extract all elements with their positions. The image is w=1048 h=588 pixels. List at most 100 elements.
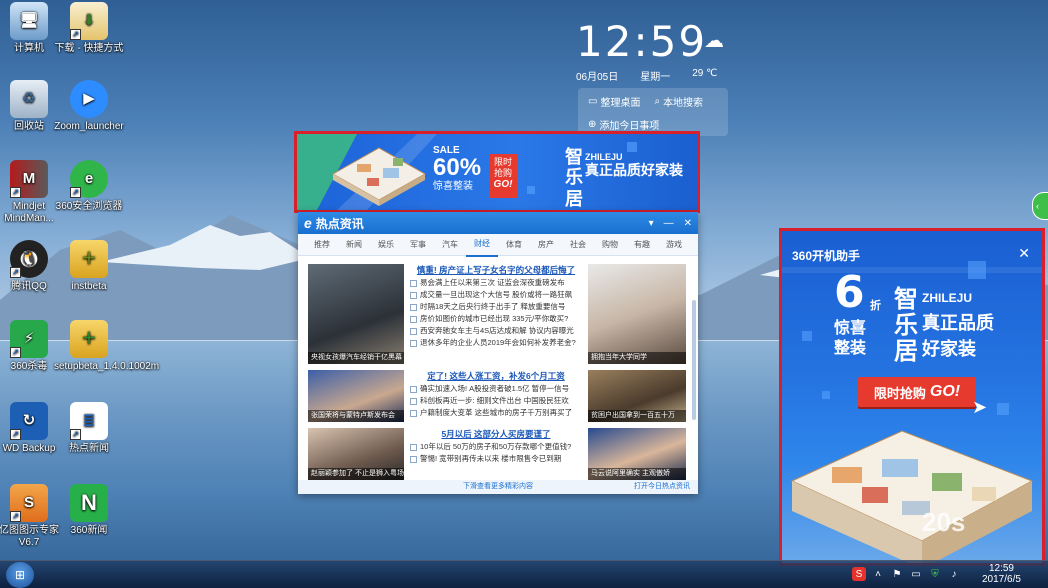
widget-temperature: 29 ℃ [692,68,718,79]
add-todo-button[interactable]: ⊕ 添加今日事项 [588,117,659,132]
computer-icon: 🖥 [10,2,48,40]
news-item[interactable]: 警惕! 宽带别再传未以来 楼市限售令已到期 [410,453,582,465]
tab-recommend[interactable]: 推荐 [306,234,338,256]
start-button[interactable]: ⊞ [6,562,34,588]
discount-unit: 折 [870,300,881,312]
wd-backup-icon: ↻ ↗ [10,402,48,440]
widget-actions-panel: ▭ 整理桌面 ⌕ 本地搜索 ⊕ 添加今日事项 [578,88,728,136]
news-headline[interactable]: 定了! 这些人涨工资，补发6个月工资 [410,370,582,382]
news-photo[interactable]: 赵丽颖参加了 不止是狮入粤场一年 [308,428,404,480]
news-window-title: 热点资讯 [315,216,364,231]
360-browser-icon: e ↗ [70,160,108,198]
news-item[interactable]: 10年以后 50万的房子和50万存款哪个更值钱? [410,441,582,453]
news-section: 5月以后 这部分人买房要谨了 10年以后 50万的房子和50万存款哪个更值钱? … [410,428,582,465]
settings-icon[interactable]: ▾ [649,218,654,229]
scroll-more-label: 下滑查看更多精彩内容 [463,483,533,490]
monitor-icon[interactable]: ▭ [909,567,923,581]
news-headline[interactable]: 5月以后 这部分人买房要谨了 [410,428,582,440]
countdown-timer: 20s [922,507,966,537]
desktop-icon-setupbeta[interactable]: ＋ setupbeta_1.4.0.1002m [54,320,160,373]
sale-subtitle: 惊喜整装 [433,181,473,192]
news-headline[interactable]: 慎重! 房产证上写子女名字的父母都后悔了 [410,264,582,276]
360-antivirus-icon: ⚡ ↗ [10,320,48,358]
organize-desktop-button[interactable]: ▭ 整理桌面 [588,94,640,109]
tab-entertainment[interactable]: 娱乐 [370,234,402,256]
news-scrollbar[interactable] [692,300,696,420]
popup-brand-logo: 智 乐 居 ZHILEJU 真正品质 好家装 [894,286,994,365]
top-banner-ad[interactable]: SALE 60% 惊喜整装 限时 抢购 GO! 智 乐 居 ZHILEJU 真正… [294,131,700,213]
desktop-icon-hot-news[interactable]: ≣ ↗ 热点新闻 [54,402,124,455]
news-item[interactable]: 户籍制度大变革 这些城市的房子千万别再买了 [410,407,582,419]
chevron-left-icon: ‹ [1036,201,1039,211]
monitor-icon: ▭ [588,96,598,107]
tab-sports[interactable]: 体育 [498,234,530,256]
news-item[interactable]: 科创板再近一步: 细则文件出台 中国股民狂欢 [410,395,582,407]
tab-realestate[interactable]: 房产 [530,234,562,256]
news-footer[interactable]: 下滑查看更多精彩内容 打开今日热点资讯 [298,480,698,494]
edraw-icon: S ↗ [10,484,48,522]
news-photo[interactable]: 张国荣将与蒙特卢斯发布会 [308,370,404,422]
news-photo[interactable]: 马云说阿里确实 主观傲娇 [588,428,686,480]
desktop-icon-label: setupbeta_1.4.0.1002m [54,361,160,372]
news-item[interactable]: 时隔18天之后央行终于出手了 释放重要信号 [410,301,582,313]
side-edge-handle[interactable]: ‹ [1032,192,1048,220]
brand-logo: 智 乐 居 ZHILEJU 真正品质好家装 [565,147,683,209]
taskbar-date: 2017/6/5 [982,574,1021,585]
tab-military[interactable]: 军事 [402,234,434,256]
360-news-icon: N [70,484,108,522]
surprise-line-1: 惊喜 [834,320,867,337]
surprise-line-2: 整装 [834,340,867,357]
tab-finance[interactable]: 财经 [466,233,498,257]
open-news-link[interactable]: 打开今日热点资讯 [634,480,690,494]
desktop-icon-label: 热点新闻 [69,443,109,454]
clock-widget: 12:59 ☁ 06月05日 星期一 29 ℃ [576,20,736,84]
tab-society[interactable]: 社会 [562,234,594,256]
hot-news-window: e 热点资讯 ▾ — ✕ 推荐 新闻 娱乐 军事 汽车 财经 体育 房产 社会 … [298,212,698,494]
minimize-icon[interactable]: — [664,218,674,229]
widget-weekday: 星期一 [640,72,671,83]
news-item[interactable]: 退休多年的企业人员2019年会如何补发养老金? [410,337,582,349]
flag-icon[interactable]: ⚑ [890,567,904,581]
tab-fun[interactable]: 有趣 [626,234,658,256]
news-body: 央视女孩爆汽车经销干亿黑幕 张国荣将与蒙特卢斯发布会 赵丽颖参加了 不止是狮入粤… [298,256,698,494]
discount-block: 6 折 惊喜 整装 [834,271,890,359]
news-photo[interactable]: 贫困户出国拿到一百五十万 [588,370,686,422]
news-item[interactable]: 西安奔驰女车主与4S店达成和解 协议内容曝光 [410,325,582,337]
startup-popup-ad[interactable]: 360开机助手 ✕ 6 折 惊喜 整装 智 乐 居 ZHILEJU 真正品质 好… [779,228,1045,566]
desktop-icon-360-news[interactable]: N 360新闻 [54,484,124,537]
news-item[interactable]: 易会满上任以来第三次 证监会深夜重磅发布 [410,277,582,289]
tab-shopping[interactable]: 购物 [594,234,626,256]
news-section: 慎重! 房产证上写子女名字的父母都后悔了 易会满上任以来第三次 证监会深夜重磅发… [410,264,582,349]
local-search-button[interactable]: ⌕ 本地搜索 [654,94,703,109]
close-icon[interactable]: ✕ [684,218,692,229]
taskbar-clock[interactable]: 12:59 2017/6/5 [982,563,1021,585]
close-icon[interactable]: ✕ [1018,245,1030,262]
tab-news[interactable]: 新闻 [338,234,370,256]
desktop-icon-label: Zoom_launcher [54,121,124,132]
desktop-icon-download[interactable]: ⬇ ↗ 下载 - 快捷方式 [54,2,124,55]
speaker-icon[interactable]: ♪ [947,567,961,581]
news-item[interactable]: 确实加速入场! A股投资者破1.5亿 暂停一信号 [410,383,582,395]
tab-auto[interactable]: 汽车 [434,234,466,256]
limited-time-badge[interactable]: 限时 抢购 GO! [489,154,517,198]
house-floorplan-image [331,147,427,206]
tab-games[interactable]: 游戏 [658,234,690,256]
news-photo[interactable]: 拥抱当年大学同学 [588,264,686,364]
brand-english: ZHILEJU [585,152,623,162]
package-icon: ＋ [70,240,108,278]
desktop-icon-instbeta[interactable]: ＋ instbeta [54,240,124,293]
shield-icon[interactable]: ⛨ [928,567,942,581]
recycle-bin-icon: ♻ [10,80,48,118]
desktop-icon-zoom[interactable]: ▶ Zoom_launcher [54,80,124,133]
taskbar: ⊞ S ˄ ⚑ ▭ ⛨ ♪ 12:59 2017/6/5 [0,560,1048,588]
news-titlebar[interactable]: e 热点资讯 ▾ — ✕ [298,212,698,234]
desktop-icon-label: 下载 - 快捷方式 [54,43,124,54]
news-item[interactable]: 成交量一旦出现这个大信号 股价或将一路狂飙 [410,289,582,301]
news-item[interactable]: 房价如图价的城市已经出现 335元/平你敢买? [410,313,582,325]
news-photo[interactable]: 央视女孩爆汽车经销干亿黑幕 [308,264,404,364]
qq-penguin-icon: 🐧 ↗ [10,240,48,278]
limited-buy-button[interactable]: 限时抢购 GO! [858,377,976,407]
desktop-icon-360-browser[interactable]: e ↗ 360安全浏览器 [54,160,124,213]
sogou-input-icon[interactable]: S [852,567,866,581]
chevron-up-icon[interactable]: ˄ [871,567,885,581]
